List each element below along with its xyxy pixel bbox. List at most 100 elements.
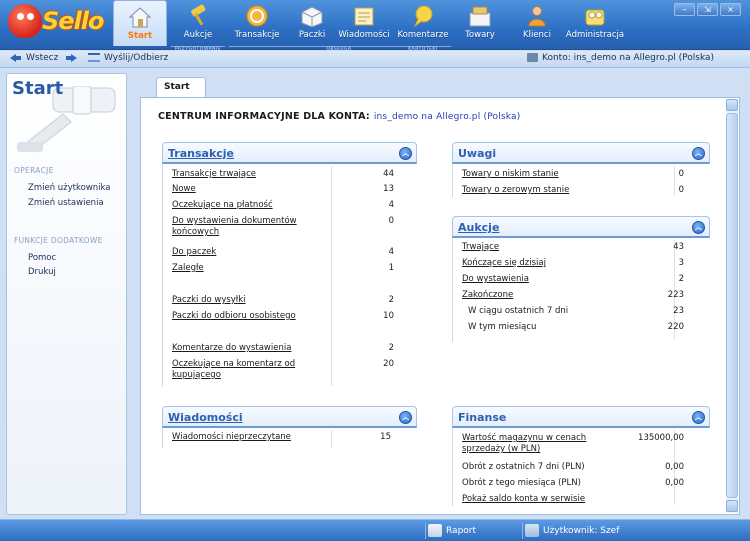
person-icon bbox=[524, 4, 550, 28]
back-label: Wstecz bbox=[26, 53, 59, 63]
finanse-title: Finanse bbox=[458, 411, 507, 424]
list-item[interactable]: Towary o niskim stanie 0 bbox=[462, 169, 702, 180]
sidebar-item-change-user[interactable]: Zmień użytkownika bbox=[28, 183, 111, 193]
wiadomosci-header: Wiadomości ︿ bbox=[162, 406, 417, 428]
nav-komentarze[interactable]: Komentarze bbox=[395, 0, 451, 46]
list-item[interactable]: Oczekujące na płatność 4 bbox=[172, 200, 407, 211]
send-receive-button[interactable]: Wyślij/Odbierz bbox=[88, 53, 168, 63]
list-item[interactable]: Towary o zerowym stanie 0 bbox=[462, 185, 702, 196]
user-label: Użytkownik: Szef bbox=[543, 526, 620, 536]
list-item[interactable]: Do wystawienia 2 bbox=[462, 274, 702, 285]
sidebar-item-help[interactable]: Pomoc bbox=[28, 253, 56, 263]
nav-paczki-label: Paczki bbox=[298, 30, 326, 40]
transakcje-box: Transakcje ︿ Transakcje trwające 44 Nowe 1… bbox=[162, 142, 417, 387]
list-item[interactable]: Zakończone 223 bbox=[462, 290, 702, 301]
forward-button[interactable] bbox=[66, 53, 82, 63]
nav-aukcje-label: Aukcje bbox=[183, 30, 213, 40]
report-button[interactable]: Raport bbox=[425, 523, 517, 539]
nav-administracja-label: Administracja bbox=[565, 30, 625, 40]
list-item[interactable]: Komentarze do wystawienia 2 bbox=[172, 343, 407, 354]
sidebar-item-change-settings[interactable]: Zmień ustawienia bbox=[28, 198, 104, 208]
minimize-button[interactable]: – bbox=[674, 3, 695, 16]
collapse-uwagi-icon[interactable]: ︿ bbox=[692, 147, 705, 160]
list-item[interactable]: Do paczek 4 bbox=[172, 247, 407, 258]
sidebar: Start OPERACJE Zmień użytkownika Zmień u… bbox=[6, 73, 127, 515]
report-label: Raport bbox=[446, 526, 477, 536]
account-label: Konto: ins_demo na Allegro.pl (Polska) bbox=[542, 53, 715, 63]
transakcje-title[interactable]: Transakcje bbox=[168, 147, 234, 160]
list-item[interactable]: Do wystawienia dokumentów końcowych 0 bbox=[172, 216, 407, 238]
sidebar-item-print[interactable]: Drukuj bbox=[28, 267, 56, 277]
logo-text: Sello bbox=[42, 7, 105, 35]
nav-administracja[interactable]: Administracja bbox=[565, 0, 625, 46]
back-button[interactable]: Wstecz bbox=[10, 53, 58, 63]
sidebar-title: Start bbox=[12, 78, 64, 99]
show-balance-link[interactable]: Pokaż saldo konta w serwisie bbox=[462, 494, 702, 505]
account-indicator[interactable]: Konto: ins_demo na Allegro.pl (Polska) bbox=[527, 53, 714, 63]
scroll-down-button[interactable] bbox=[726, 500, 738, 512]
list-item[interactable]: Wiadomości nieprzeczytane 15 bbox=[172, 432, 407, 443]
collapse-transakcje-icon[interactable]: ︿ bbox=[399, 147, 412, 160]
uwagi-box: Uwagi ︿ Towary o niskim stanie 0 Towary o… bbox=[452, 142, 710, 197]
house-icon bbox=[127, 5, 153, 29]
nav-komentarze-label: Komentarze bbox=[397, 30, 449, 40]
aukcje-header: Aukcje ︿ bbox=[452, 216, 710, 238]
list-item[interactable]: Oczekujące na komentarz od kupującego 20 bbox=[172, 359, 407, 381]
list-item[interactable]: Transakcje trwające 44 bbox=[172, 169, 407, 180]
collapse-aukcje-icon[interactable]: ︿ bbox=[692, 221, 705, 234]
page-title-account: ins_demo na Allegro.pl (Polska) bbox=[373, 112, 521, 122]
collapse-wiadomosci-icon[interactable]: ︿ bbox=[399, 411, 412, 424]
list-item[interactable]: Paczki do wysyłki 2 bbox=[172, 295, 407, 306]
nav-wiadomosci[interactable]: Wiadomości bbox=[337, 0, 391, 46]
list-item: Obrót z tego miesiąca (PLN) 0,00 bbox=[462, 478, 684, 488]
admin-icon bbox=[582, 4, 608, 28]
coin-icon bbox=[244, 4, 270, 28]
page-title-label: CENTRUM INFORMACYJNE DLA KONTA: bbox=[158, 111, 370, 122]
start-panel: CENTRUM INFORMACYJNE DLA KONTA: ins_demo … bbox=[140, 97, 740, 515]
sidebar-heading-operacje: OPERACJE bbox=[14, 166, 54, 175]
collapse-finanse-icon[interactable]: ︿ bbox=[692, 411, 705, 424]
nav-paczki[interactable]: Paczki bbox=[289, 0, 335, 46]
page-title: CENTRUM INFORMACYJNE DLA KONTA: ins_demo … bbox=[158, 111, 520, 122]
list-item[interactable]: Kończące się dzisiaj 3 bbox=[462, 258, 702, 269]
close-button[interactable]: × bbox=[720, 3, 741, 16]
aukcje-title[interactable]: Aukcje bbox=[458, 221, 499, 234]
list-item[interactable]: Zaległe 1 bbox=[172, 263, 407, 274]
nav-towary[interactable]: Towary bbox=[457, 0, 503, 46]
nav-transakcje-label: Transakcje bbox=[234, 30, 280, 40]
arrow-left-icon bbox=[10, 53, 21, 62]
user-indicator: Użytkownik: Szef bbox=[522, 523, 748, 539]
restore-button[interactable]: ⇲ bbox=[697, 3, 718, 16]
wiadomosci-box: Wiadomości ︿ Wiadomości nieprzeczytane 15 bbox=[162, 406, 417, 448]
list-item: Obrót z ostatnich 7 dni (PLN) 0,00 bbox=[462, 462, 684, 472]
nav-klienci[interactable]: Klienci bbox=[514, 0, 560, 46]
nav-start[interactable]: Start bbox=[113, 0, 167, 46]
list-item[interactable]: Paczki do odbioru osobistego 10 bbox=[172, 311, 407, 322]
uwagi-title: Uwagi bbox=[458, 147, 497, 160]
sidebar-heading-funkcje: FUNKCJE DODATKOWE bbox=[14, 236, 103, 245]
nav-start-label: Start bbox=[127, 31, 153, 41]
finanse-header: Finanse ︿ bbox=[452, 406, 710, 428]
sello-logo: Sello bbox=[6, 4, 106, 38]
list-item[interactable]: Wartość magazynu w cenach sprzedaży (w PL… bbox=[462, 433, 702, 455]
list-item: W tym miesiącu 220 bbox=[468, 322, 684, 332]
box-icon bbox=[299, 4, 325, 28]
gavel-icon bbox=[185, 4, 211, 28]
nav-transakcje[interactable]: Transakcje bbox=[229, 0, 285, 46]
nav-klienci-label: Klienci bbox=[523, 30, 551, 40]
tab-start[interactable]: Start bbox=[156, 77, 206, 97]
nav-aukcje[interactable]: Aukcje bbox=[171, 0, 225, 46]
navigation-bar: Wstecz Wyślij/Odbierz Konto: ins_demo na… bbox=[0, 51, 750, 68]
scroll-up-button[interactable] bbox=[726, 99, 738, 111]
list-item[interactable]: Nowe 13 bbox=[172, 184, 407, 195]
list-item[interactable]: Trwające 43 bbox=[462, 242, 702, 253]
wiadomosci-title[interactable]: Wiadomości bbox=[168, 411, 243, 424]
scroll-thumb[interactable] bbox=[726, 113, 738, 498]
uwagi-header: Uwagi ︿ bbox=[452, 142, 710, 164]
content-area: Start CENTRUM INFORMACYJNE DLA KONTA: ins… bbox=[135, 73, 746, 515]
main-toolbar: Sello Start Aukcje Transakcje Paczki Wia… bbox=[0, 0, 750, 52]
finanse-box: Finanse ︿ Wartość magazynu w cenach sprze… bbox=[452, 406, 710, 506]
nav-towary-label: Towary bbox=[465, 30, 495, 40]
goods-icon bbox=[467, 4, 493, 28]
vertical-scrollbar[interactable] bbox=[726, 99, 738, 513]
